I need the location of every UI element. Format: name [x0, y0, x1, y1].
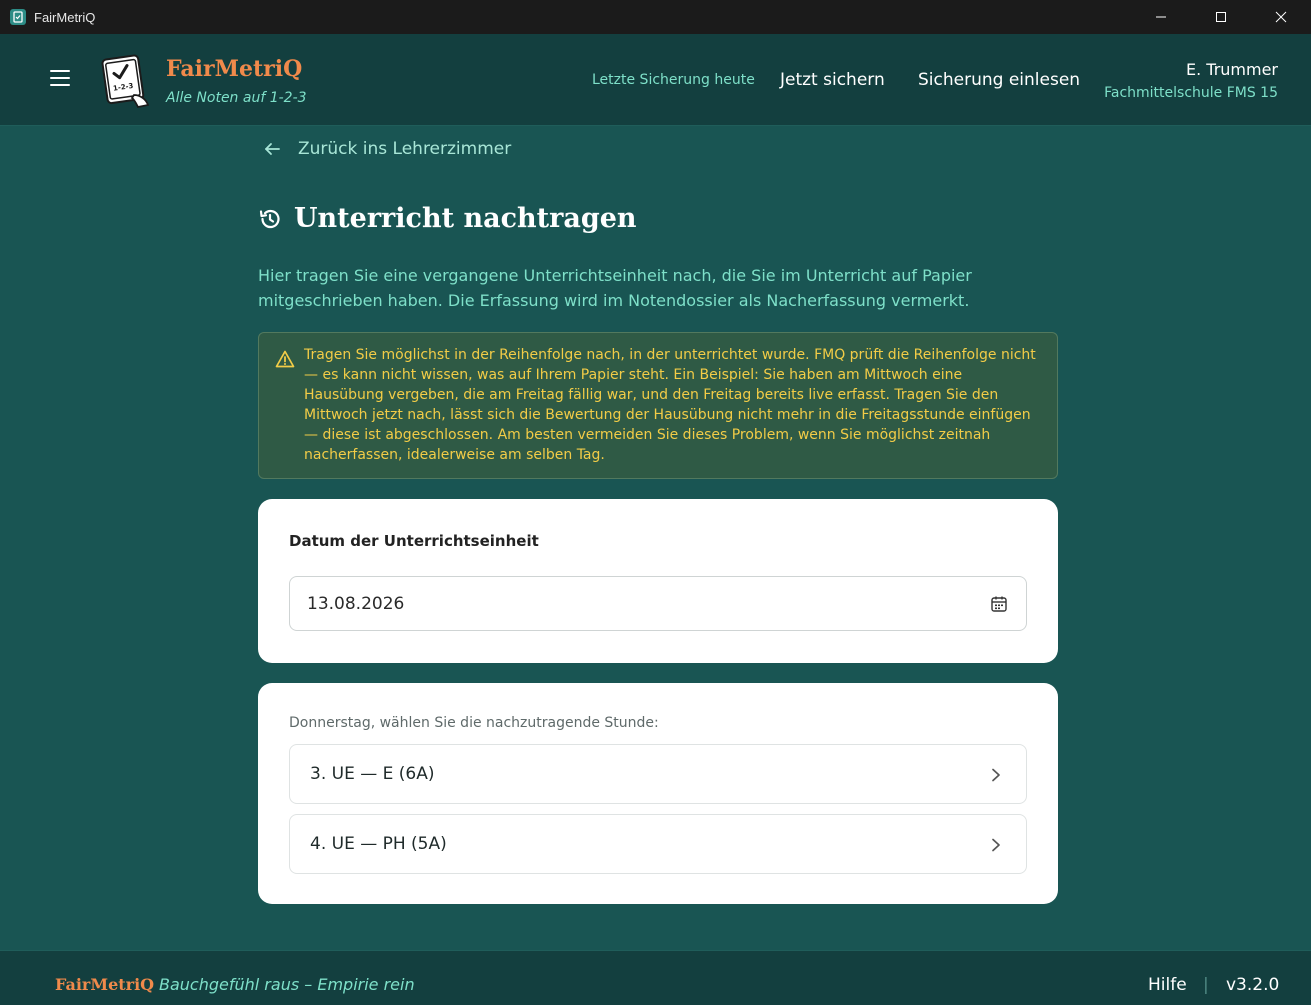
date-label: Datum der Unterrichtseinheit [289, 532, 539, 550]
help-link[interactable]: Hilfe [1148, 975, 1187, 995]
brand-name: FairMetriQ [166, 56, 303, 82]
window-title: FairMetriQ [34, 9, 96, 25]
brand-tagline: Alle Noten auf 1-2-3 [166, 90, 307, 106]
maximize-button[interactable] [1191, 0, 1251, 34]
close-icon [1275, 11, 1287, 23]
maximize-icon [1216, 12, 1226, 22]
page-title: Unterricht nachtragen [294, 203, 637, 234]
lesson-prompt: Donnerstag, wählen Sie die nachzutragend… [289, 715, 659, 731]
footer-brand: FairMetriQ [55, 975, 155, 994]
chevron-right-icon [992, 768, 1000, 782]
lesson-label: 3. UE — E (6A) [310, 764, 435, 784]
window-controls [1131, 0, 1311, 34]
last-backup-status: Letzte Sicherung heute [592, 72, 755, 88]
warning-box: Tragen Sie möglichst in der Reihenfolge … [258, 332, 1058, 479]
page-title-row: Unterricht nachtragen [258, 203, 637, 234]
warning-triangle-icon [275, 350, 295, 368]
app-icon [10, 9, 26, 25]
hamburger-icon[interactable] [50, 70, 70, 88]
lesson-label: 4. UE — PH (5A) [310, 834, 447, 854]
footer-tagline: Bauchgefühl raus – Empirie rein [159, 975, 415, 994]
close-window-button[interactable] [1251, 0, 1311, 34]
arrow-left-icon [265, 143, 280, 155]
user-name[interactable]: E. Trummer [1186, 60, 1278, 79]
version-label: v3.2.0 [1226, 975, 1280, 995]
history-icon [259, 209, 280, 228]
lesson-item[interactable]: 4. UE — PH (5A) [289, 814, 1027, 874]
lesson-item[interactable]: 3. UE — E (6A) [289, 744, 1027, 804]
date-card: Datum der Unterrichtseinheit 13.08.2026 [258, 499, 1058, 663]
app-header: 1-2-3 FairMetriQ Alle Noten auf 1-2-3 Le… [0, 34, 1311, 126]
minimize-button[interactable] [1131, 0, 1191, 34]
calendar-icon[interactable] [990, 595, 1008, 613]
restore-backup-button[interactable]: Sicherung einlesen [918, 70, 1080, 90]
footer-separator: | [1203, 975, 1209, 995]
minimize-icon [1156, 16, 1166, 18]
logo-tablet-check-icon: 1-2-3 [101, 54, 150, 109]
user-school: Fachmittelschule FMS 15 [1104, 85, 1278, 101]
intro-text: Hier tragen Sie eine vergangene Unterric… [258, 266, 972, 310]
chevron-right-icon [992, 838, 1000, 852]
date-input[interactable]: 13.08.2026 [289, 576, 1027, 631]
window-titlebar: FairMetriQ [0, 0, 1311, 34]
lessons-card: Donnerstag, wählen Sie die nachzutragend… [258, 683, 1058, 904]
date-value: 13.08.2026 [307, 593, 405, 614]
app-footer: FairMetriQ Bauchgefühl raus – Empirie re… [0, 950, 1311, 1005]
warning-text: Tragen Sie möglichst in der Reihenfolge … [304, 347, 1036, 463]
back-link-label: Zurück ins Lehrerzimmer [298, 139, 512, 159]
backup-now-button[interactable]: Jetzt sichern [780, 70, 885, 90]
back-to-staffroom-link[interactable]: Zurück ins Lehrerzimmer [263, 139, 511, 159]
